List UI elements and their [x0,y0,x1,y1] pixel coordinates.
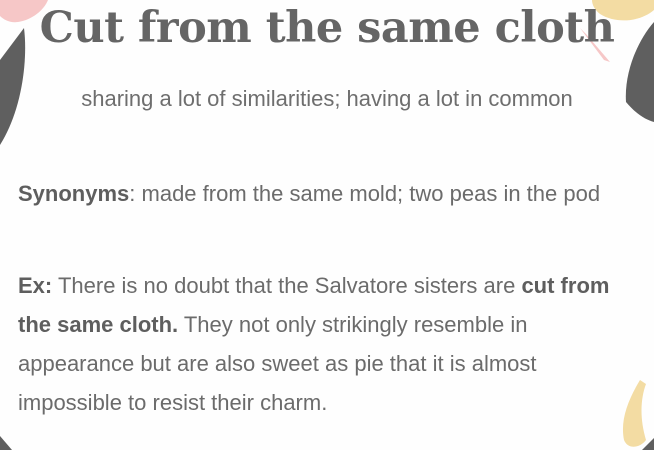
example-paragraph: Ex: There is no doubt that the Salvatore… [18,266,636,422]
example-label: Ex: [18,273,53,298]
definition-text: sharing a lot of similarities; having a … [81,86,573,111]
synonyms-paragraph: Synonyms: made from the same mold; two p… [18,174,628,214]
idiom-card: Cut from the same cloth sharing a lot of… [0,0,654,450]
synonyms-label: Synonyms [18,181,130,206]
page-title: Cut from the same cloth [39,3,615,53]
synonyms-text: made from the same mold; two peas in the… [135,181,601,206]
example-text-before: There is no doubt that the Salvatore sis… [52,273,522,298]
